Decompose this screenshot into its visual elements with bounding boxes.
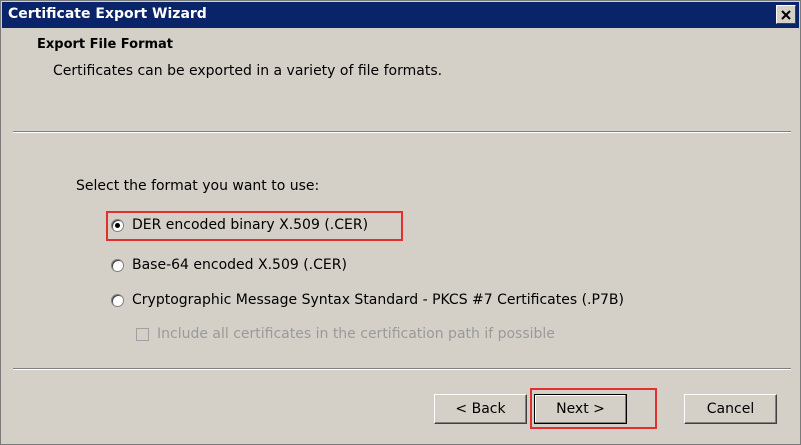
certificate-export-wizard-window: Certificate Export Wizard Export File Fo… (0, 0, 801, 445)
close-button[interactable] (776, 5, 796, 24)
radio-button[interactable] (111, 258, 124, 272)
radio-label-pkcs7: Cryptographic Message Syntax Standard - … (132, 292, 624, 308)
close-icon (781, 9, 791, 20)
back-button[interactable]: < Back (434, 394, 527, 424)
highlight-der-option (106, 211, 403, 241)
highlight-next-button (530, 388, 657, 429)
footer-separator (13, 368, 791, 370)
radio-option-base64[interactable]: Base-64 encoded X.509 (.CER) (111, 254, 347, 276)
radio-option-pkcs7[interactable]: Cryptographic Message Syntax Standard - … (111, 289, 624, 311)
format-prompt: Select the format you want to use: (76, 178, 320, 194)
cancel-button[interactable]: Cancel (684, 394, 777, 424)
section-description: Certificates can be exported in a variet… (53, 63, 443, 79)
window-title: Certificate Export Wizard (8, 6, 207, 22)
section-title: Export File Format (37, 37, 174, 52)
include-all-checkbox (136, 327, 149, 341)
header-separator (13, 131, 791, 133)
title-bar: Certificate Export Wizard (2, 2, 799, 28)
include-all-certificates-row: Include all certificates in the certific… (136, 323, 555, 345)
include-all-label: Include all certificates in the certific… (157, 326, 555, 342)
radio-label-base64: Base-64 encoded X.509 (.CER) (132, 257, 347, 273)
radio-button[interactable] (111, 293, 124, 307)
